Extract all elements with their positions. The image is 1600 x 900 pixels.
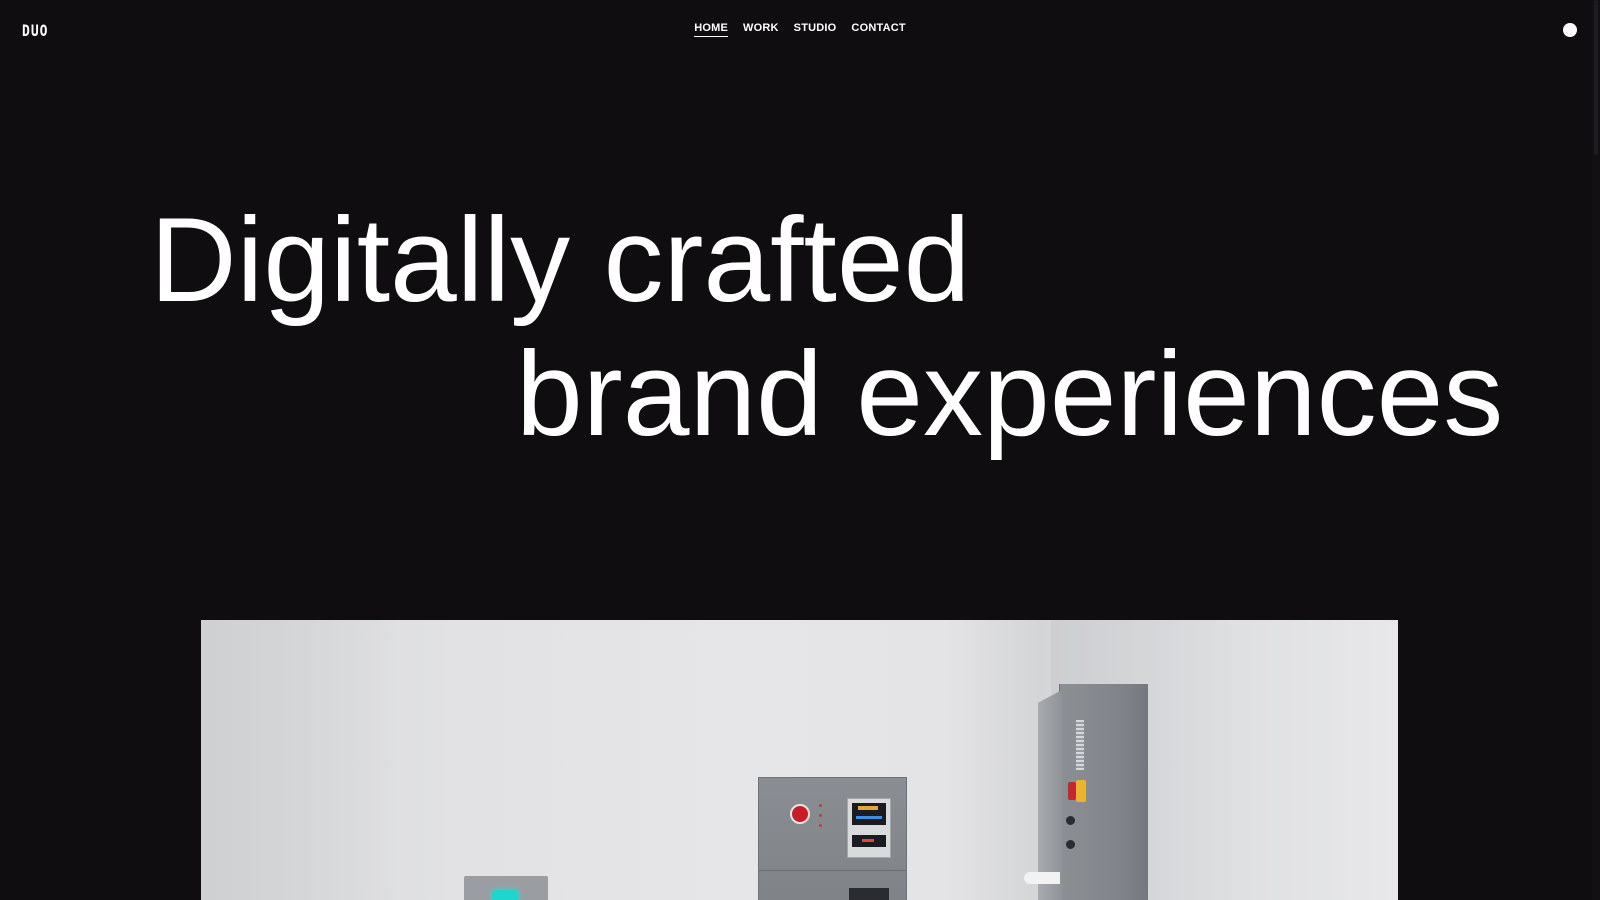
small-device [464,876,548,900]
display-readout [858,806,878,810]
page: DUO HOME WORK STUDIO CONTACT Digitally c… [0,0,1600,900]
tall-cabinet [1024,684,1148,900]
yellow-handle [1076,780,1086,802]
nav-item-work[interactable]: WORK [743,22,779,37]
red-handle [1068,782,1076,800]
theme-toggle-icon[interactable] [1563,23,1577,37]
nav-item-contact[interactable]: CONTACT [851,22,905,37]
secondary-readout [862,839,874,842]
white-pipe [1024,872,1060,884]
display-screen [852,803,886,825]
display-bar [856,816,882,819]
cabinet-port [849,888,889,900]
control-panel [847,798,891,858]
knob-icon [1066,840,1075,849]
main-nav: HOME WORK STUDIO CONTACT [0,22,1600,37]
indicator-led [819,814,822,817]
knob-icon [1066,816,1075,825]
nav-item-studio[interactable]: STUDIO [794,22,837,37]
cabinet-bevel [1038,690,1062,900]
nav-item-home[interactable]: HOME [694,22,729,37]
indicator-led [819,804,822,807]
wall-shadow [201,620,401,900]
secondary-display [852,835,886,847]
cabinet-seam [759,870,906,871]
control-cabinet [758,777,907,900]
hero-headline-line-1: Digitally crafted [150,193,971,327]
hero-headline-line-2: brand experiences [516,327,1504,461]
cyan-light [492,890,518,900]
scrollbar-thumb[interactable] [1594,0,1598,155]
hero-image [201,620,1398,900]
red-button-icon [790,804,810,824]
vent-grille [1076,720,1084,770]
indicator-led [819,824,822,827]
